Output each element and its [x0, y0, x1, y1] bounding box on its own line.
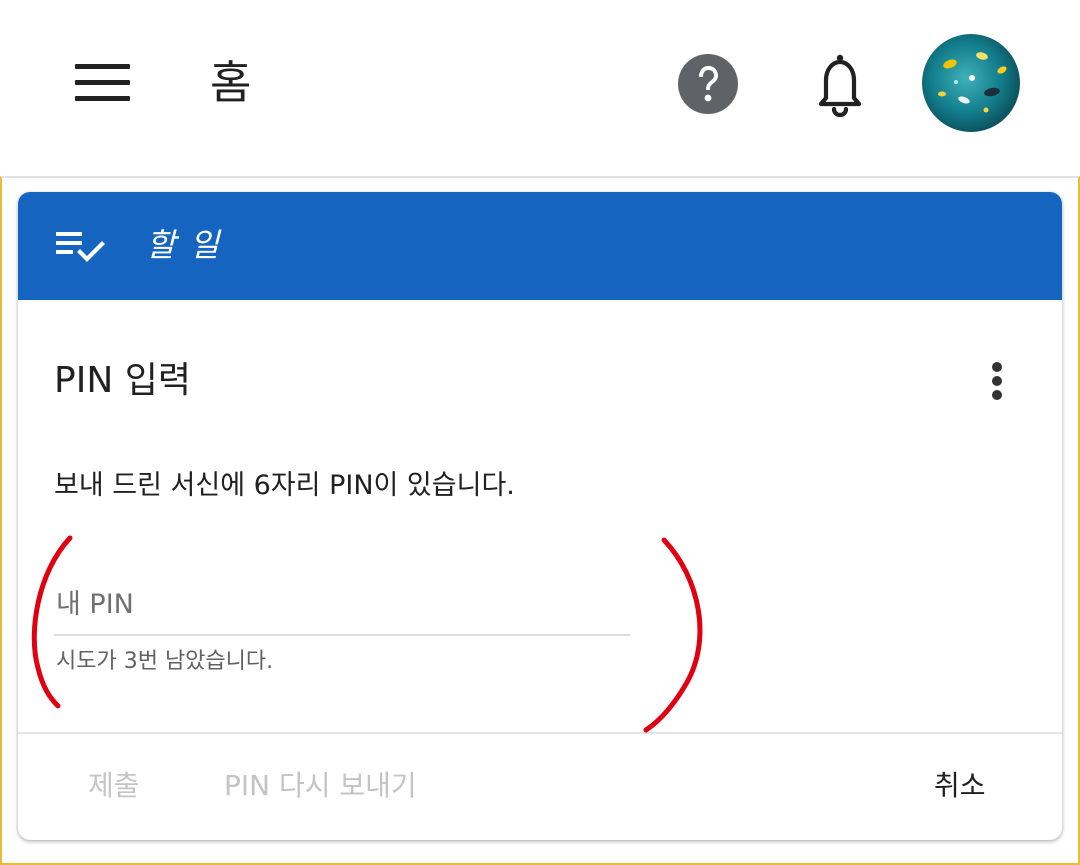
resend-pin-button[interactable]: PIN 다시 보내기 [224, 760, 417, 812]
more-vertical-icon[interactable] [980, 358, 1016, 404]
card-header-label: 할 일 [146, 226, 222, 264]
pin-input[interactable] [54, 574, 630, 636]
card-header: 할 일 [18, 192, 1062, 300]
task-list-check-icon [56, 226, 108, 266]
cancel-button[interactable]: 취소 [934, 760, 986, 812]
card-title: PIN 입력 [54, 360, 191, 401]
card-description: 보내 드린 서신에 6자리 PIN이 있습니다. [54, 470, 515, 501]
top-app-bar: 홈 [0, 0, 1080, 170]
card-actions-divider [18, 732, 1062, 734]
attempts-helper-text: 시도가 3번 남았습니다. [56, 649, 274, 674]
page-title: 홈 [210, 56, 252, 109]
hamburger-menu-icon[interactable] [62, 54, 142, 112]
task-card: 할 일 PIN 입력 보내 드린 서신에 6자리 PIN이 있습니다. 시도가 … [18, 192, 1062, 840]
avatar[interactable] [922, 34, 1020, 132]
bell-icon[interactable] [802, 46, 878, 122]
submit-button[interactable]: 제출 [88, 760, 140, 812]
help-icon[interactable] [672, 48, 744, 120]
